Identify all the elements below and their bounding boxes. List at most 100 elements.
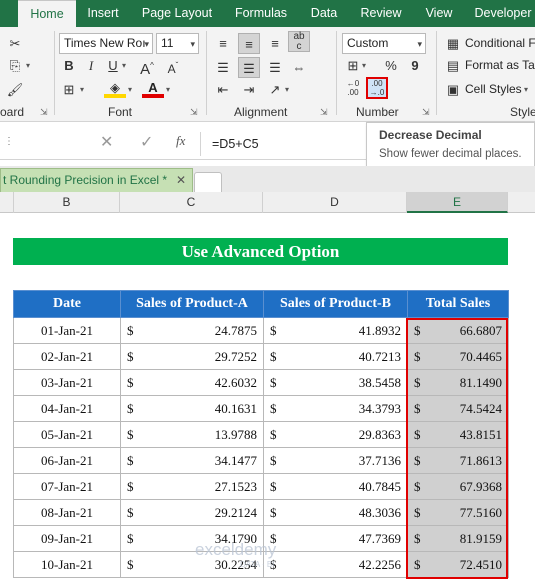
format-as-table-icon[interactable]: ▤ (442, 55, 464, 76)
cell-product-b[interactable]: $34.3793 (263, 395, 408, 422)
close-icon[interactable]: ✕ (176, 169, 186, 191)
merge-center-icon[interactable]: ⇔ (288, 57, 310, 78)
underline-button[interactable]: U (102, 55, 124, 76)
copy-icon[interactable]: ⎘ (4, 55, 26, 76)
chevron-down-icon[interactable]: ▾ (166, 85, 170, 94)
tab-insert[interactable]: Insert (78, 0, 128, 27)
font-name-select[interactable]: Times New Roı ▾ (59, 33, 153, 54)
fill-color-icon[interactable]: ◈ (104, 77, 126, 98)
cell-product-a[interactable]: $13.9788 (120, 421, 264, 448)
select-all-corner[interactable] (0, 192, 14, 213)
cell-date[interactable]: 10-Jan-21 (13, 551, 121, 578)
decrease-decimal-button[interactable]: .00 →.0 (366, 77, 388, 99)
cell-product-b[interactable]: $41.8932 (263, 317, 408, 344)
chevron-down-icon[interactable]: ▾ (122, 61, 126, 70)
cell-date[interactable]: 02-Jan-21 (13, 343, 121, 370)
column-header-f[interactable] (508, 192, 535, 213)
number-format-select[interactable]: Custom ▾ (342, 33, 426, 54)
chevron-down-icon[interactable]: ▾ (26, 61, 30, 70)
cell-product-b[interactable]: $48.3036 (263, 499, 408, 526)
tab-review[interactable]: Review (352, 0, 410, 27)
cell-date[interactable]: 06-Jan-21 (13, 447, 121, 474)
increase-font-icon[interactable]: A^ (136, 55, 158, 78)
new-tab-button[interactable] (194, 172, 222, 192)
chevron-down-icon[interactable]: ▾ (362, 61, 366, 70)
cut-icon[interactable]: ✂ (4, 33, 26, 54)
align-bottom-icon[interactable]: ≡ (264, 33, 286, 54)
chevron-down-icon[interactable]: ▾ (524, 85, 528, 94)
column-header-b[interactable]: B (14, 192, 120, 213)
cell-product-a[interactable]: $40.1631 (120, 395, 264, 422)
conditional-formatting-button[interactable]: Conditional Fo (465, 36, 535, 50)
cell-product-b[interactable]: $37.7136 (263, 447, 408, 474)
tab-page-layout[interactable]: Page Layout (134, 0, 220, 27)
cell-date[interactable]: 09-Jan-21 (13, 525, 121, 552)
format-painter-icon[interactable]: 🖌 (4, 79, 26, 100)
cell-product-b[interactable]: $40.7845 (263, 473, 408, 500)
cell-date[interactable]: 05-Jan-21 (13, 421, 121, 448)
cell-date[interactable]: 07-Jan-21 (13, 473, 121, 500)
cell-product-b[interactable]: $29.8363 (263, 421, 408, 448)
align-right-icon[interactable]: ☰ (264, 57, 286, 78)
cell-product-a[interactable]: $29.2124 (120, 499, 264, 526)
insert-function-icon[interactable]: fx (176, 133, 185, 149)
cancel-icon[interactable]: ✕ (100, 132, 113, 152)
header-product-b[interactable]: Sales of Product-B (263, 290, 408, 318)
font-launcher-icon[interactable]: ⇲ (190, 107, 198, 118)
tab-formulas[interactable]: Formulas (226, 0, 296, 27)
cell-product-b[interactable]: $40.7213 (263, 343, 408, 370)
cell-date[interactable]: 04-Jan-21 (13, 395, 121, 422)
cell-date[interactable]: 08-Jan-21 (13, 499, 121, 526)
workbook-tab[interactable]: t Rounding Precision in Excel * ✕ (0, 168, 193, 192)
increase-decimal-button[interactable]: ←0.00 (342, 79, 364, 100)
align-center-icon[interactable]: ☰ (238, 57, 260, 78)
bold-button[interactable]: B (58, 55, 80, 76)
column-header-e[interactable]: E (407, 192, 508, 213)
tab-home[interactable]: Home (18, 0, 76, 27)
chevron-down-icon[interactable]: ▾ (80, 85, 84, 94)
wrap-text-icon[interactable]: ab c (288, 31, 310, 52)
align-top-icon[interactable]: ≡ (212, 33, 234, 54)
header-total[interactable]: Total Sales (407, 290, 509, 318)
font-color-icon[interactable]: A (142, 77, 164, 98)
column-header-d[interactable]: D (263, 192, 407, 213)
font-size-select[interactable]: 11 ▾ (156, 33, 199, 54)
align-left-icon[interactable]: ☰ (212, 57, 234, 78)
cell-product-a[interactable]: $27.1523 (120, 473, 264, 500)
percent-style-button[interactable]: % (380, 55, 402, 76)
tab-developer[interactable]: Developer (468, 0, 535, 27)
cell-date[interactable]: 03-Jan-21 (13, 369, 121, 396)
cell-date[interactable]: 01-Jan-21 (13, 317, 121, 344)
tab-data[interactable]: Data (302, 0, 346, 27)
alignment-launcher-icon[interactable]: ⇲ (320, 107, 328, 118)
borders-icon[interactable]: ⊞ (58, 79, 80, 100)
cell-product-b[interactable]: $38.5458 (263, 369, 408, 396)
decrease-font-icon[interactable]: Aˇ (162, 55, 184, 76)
cell-product-a[interactable]: $29.7252 (120, 343, 264, 370)
name-box-chevron-icon[interactable]: ⋮ (4, 136, 14, 147)
column-header-c[interactable]: C (120, 192, 263, 213)
enter-icon[interactable]: ✓ (140, 132, 153, 152)
orientation-icon[interactable]: ↗ (264, 79, 286, 100)
cell-product-b[interactable]: $42.2256 (263, 551, 408, 578)
chevron-down-icon[interactable]: ▾ (285, 85, 289, 94)
increase-indent-icon[interactable]: ⇥ (238, 79, 260, 100)
cell-product-a[interactable]: $34.1477 (120, 447, 264, 474)
cell-product-a[interactable]: $42.6032 (120, 369, 264, 396)
cell-styles-button[interactable]: Cell Styles (465, 82, 522, 96)
number-launcher-icon[interactable]: ⇲ (422, 107, 430, 118)
decrease-indent-icon[interactable]: ⇤ (212, 79, 234, 100)
format-as-table-button[interactable]: Format as Tab (465, 58, 535, 72)
italic-button[interactable]: I (80, 55, 102, 76)
chevron-down-icon[interactable]: ▾ (128, 85, 132, 94)
align-middle-icon[interactable]: ≡ (238, 33, 260, 54)
cell-product-b[interactable]: $47.7369 (263, 525, 408, 552)
clipboard-launcher-icon[interactable]: ⇲ (40, 107, 48, 118)
tab-view[interactable]: View (416, 0, 462, 27)
conditional-formatting-icon[interactable]: ▦ (442, 33, 464, 54)
cell-styles-icon[interactable]: ▣ (442, 79, 464, 100)
header-product-a[interactable]: Sales of Product-A (120, 290, 264, 318)
accounting-format-icon[interactable]: ⊞ (342, 55, 364, 76)
header-date[interactable]: Date (13, 290, 121, 318)
comma-style-button[interactable]: 9 (404, 55, 426, 76)
